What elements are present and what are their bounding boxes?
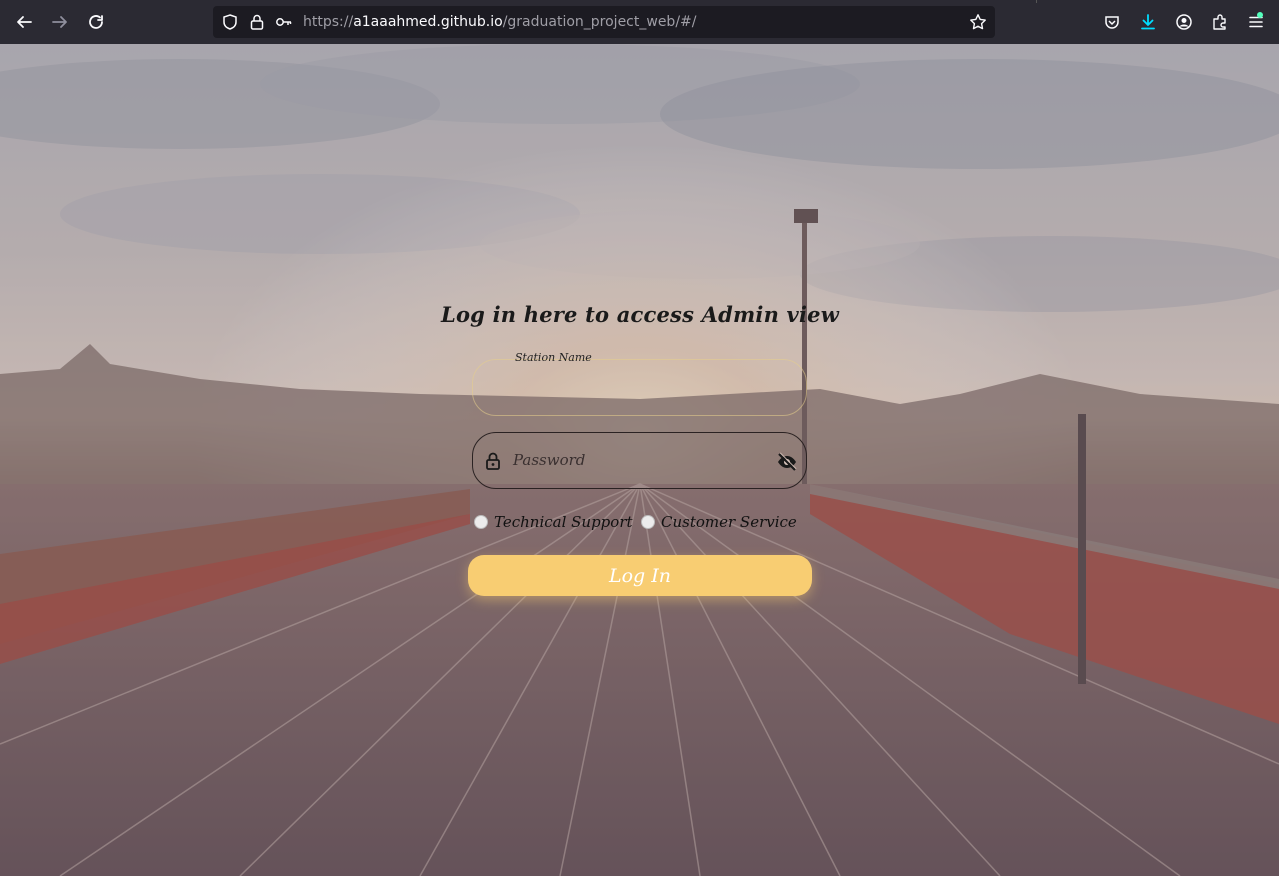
- role-option-customer-service[interactable]: Customer Service: [641, 510, 797, 534]
- eye-slash-icon[interactable]: [776, 451, 798, 473]
- technical-support-radio[interactable]: [474, 515, 488, 529]
- padlock-icon: [486, 452, 500, 470]
- station-name-field[interactable]: Station Name: [472, 351, 807, 416]
- forward-arrow-icon: [52, 16, 67, 28]
- reload-button[interactable]: [82, 8, 110, 36]
- password-field[interactable]: Password: [472, 432, 807, 489]
- downloads-button[interactable]: [1134, 8, 1162, 36]
- key-icon[interactable]: [275, 13, 293, 31]
- app-menu-button[interactable]: [1242, 8, 1270, 36]
- extensions-button[interactable]: [1206, 8, 1234, 36]
- url-host: a1aaahmed.github.io: [353, 14, 503, 30]
- account-icon: [1176, 14, 1192, 30]
- back-arrow-icon: [17, 16, 32, 28]
- shield-icon[interactable]: [221, 13, 239, 31]
- pocket-button[interactable]: [1098, 8, 1126, 36]
- url-scheme: https://: [303, 14, 354, 30]
- reload-icon: [89, 15, 103, 29]
- url-text[interactable]: https://a1aaahmed.github.io/graduation_p…: [303, 6, 697, 38]
- url-path: /graduation_project_web/#/: [502, 14, 697, 30]
- toolbar-divider: [1036, 0, 1037, 3]
- download-icon: [1141, 14, 1155, 30]
- technical-support-label: Technical Support: [494, 513, 633, 531]
- login-heading: Log in here to access Admin view: [441, 302, 839, 327]
- customer-service-radio[interactable]: [641, 515, 655, 529]
- login-button-label: Log In: [608, 564, 671, 587]
- pocket-icon: [1105, 16, 1119, 29]
- customer-service-label: Customer Service: [661, 513, 797, 531]
- extensions-icon: [1213, 14, 1226, 30]
- lock-icon[interactable]: [248, 13, 266, 31]
- role-option-technical-support[interactable]: Technical Support: [474, 510, 633, 534]
- page-viewport: Log in here to access Admin view Station…: [0, 44, 1279, 876]
- url-bar[interactable]: https://a1aaahmed.github.io/graduation_p…: [213, 6, 995, 38]
- back-button[interactable]: [10, 8, 38, 36]
- password-placeholder: Password: [513, 451, 586, 469]
- account-button[interactable]: [1170, 8, 1198, 36]
- station-name-label: Station Name: [515, 351, 592, 364]
- star-icon[interactable]: [969, 13, 987, 31]
- login-button[interactable]: Log In: [468, 555, 812, 596]
- forward-button[interactable]: [46, 8, 74, 36]
- update-badge: [1257, 12, 1263, 18]
- browser-toolbar: https://a1aaahmed.github.io/graduation_p…: [0, 0, 1279, 44]
